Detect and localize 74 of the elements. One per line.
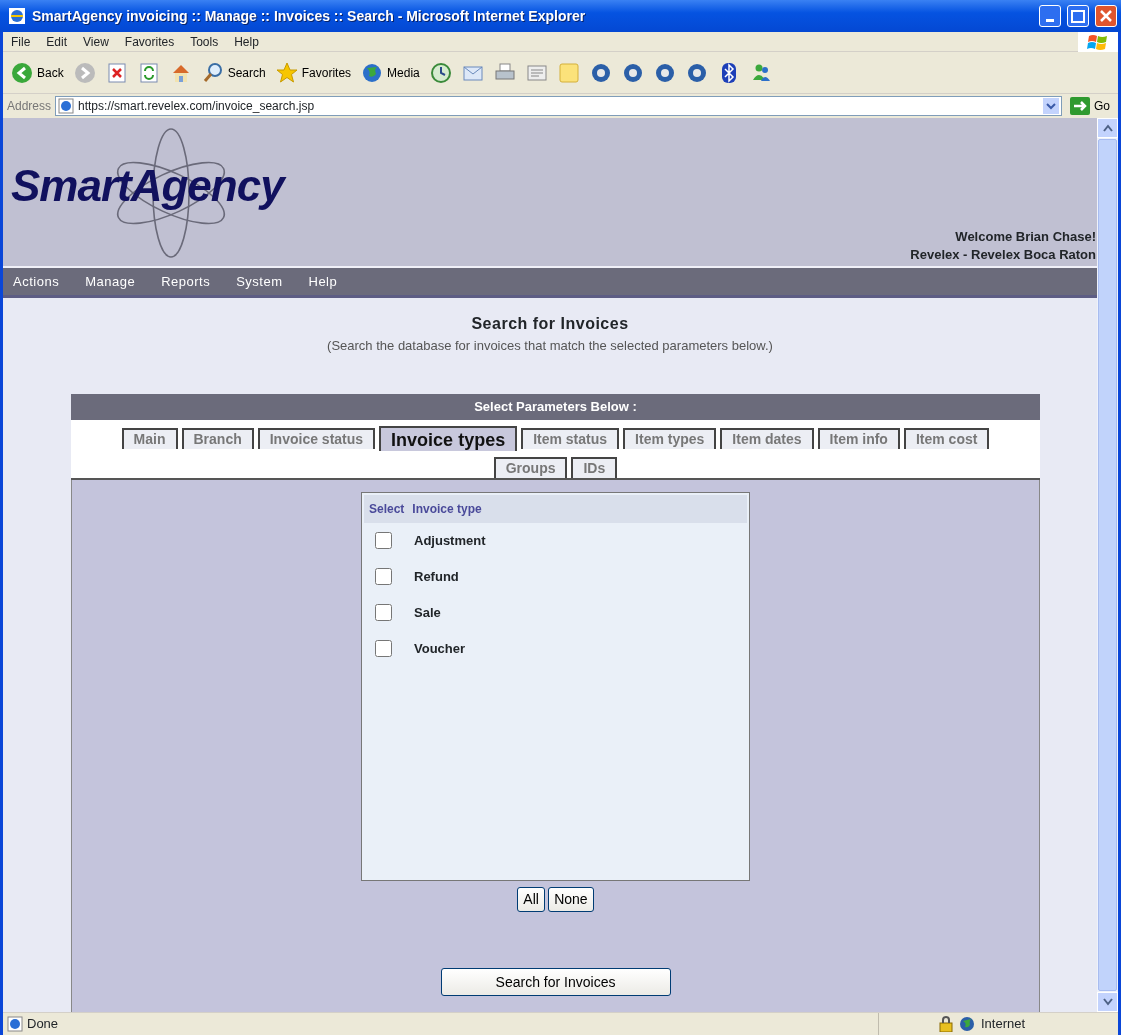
ie-logo-icon [8, 7, 26, 25]
search-button[interactable]: Search for Invoices [440, 968, 671, 996]
checkbox[interactable] [375, 568, 392, 585]
select-button[interactable]: All [517, 887, 545, 912]
tab[interactable]: IDs [571, 456, 618, 478]
minimize-button[interactable] [1039, 5, 1061, 27]
menu-item[interactable]: Help [226, 32, 267, 51]
tab[interactable]: Item cost [903, 427, 990, 449]
column-header: Invoice type [412, 500, 482, 518]
sticky-note-icon [557, 61, 580, 84]
page-subtitle: (Search the database for invoices that match the selected parameters below.) [326, 337, 774, 355]
invoice-type-label: Sale [414, 603, 441, 622]
nav-link[interactable]: System [236, 271, 283, 292]
search-button[interactable]: Search [199, 61, 268, 84]
padlock-icon [939, 1016, 953, 1032]
close-icon [1100, 10, 1112, 22]
tab[interactable]: Invoice status [257, 427, 376, 449]
star-icon [275, 61, 298, 84]
menu-item[interactable]: Edit [38, 32, 76, 51]
invoice-type-label: Adjustment [414, 531, 486, 550]
select-button[interactable]: None [548, 887, 594, 912]
address-field[interactable]: https://smart.revelex.com/invoice_search.jsp [55, 96, 1062, 116]
page-heading: Search for Invoices [470, 314, 630, 334]
page-icon [58, 98, 75, 114]
panel-header: Select Parameters Below : [71, 393, 1040, 420]
tab[interactable]: Item types [623, 427, 717, 449]
invoice-type-label: Voucher [414, 639, 466, 658]
invoice-type-label: Refund [414, 567, 459, 586]
scrollbar[interactable] [1097, 118, 1118, 1012]
round-app-icon [621, 61, 644, 84]
left-arrow-button[interactable]: Back [9, 61, 66, 84]
tab[interactable]: Item info [817, 427, 900, 449]
menu-item[interactable]: View [75, 32, 117, 51]
tab[interactable]: Groups [493, 456, 568, 478]
tab[interactable]: Item dates [720, 427, 814, 449]
round-app-icon [685, 61, 708, 84]
search-icon [201, 61, 224, 84]
page-icon [7, 1016, 23, 1032]
checkbox[interactable] [375, 532, 392, 549]
globe-icon [959, 1016, 975, 1032]
star-button[interactable]: Favorites [273, 61, 354, 84]
checkbox[interactable] [375, 640, 392, 657]
close-button[interactable] [1095, 5, 1117, 27]
tab[interactable]: Main [121, 427, 178, 449]
nav-link[interactable]: Actions [13, 271, 60, 292]
globe-icon [361, 61, 384, 84]
status-text: Done [27, 1015, 60, 1034]
maximize-icon [1071, 9, 1085, 23]
go-button[interactable]: Go [1066, 97, 1114, 115]
column-header: Select [369, 500, 405, 518]
nav-link[interactable]: Manage [85, 271, 136, 292]
maximize-button[interactable] [1067, 5, 1089, 27]
globe-button[interactable]: Media [359, 61, 422, 84]
checkbox[interactable] [375, 604, 392, 621]
refresh-icon [137, 61, 160, 84]
tab[interactable]: Branch [181, 427, 254, 449]
menu-item[interactable]: Favorites [116, 32, 183, 51]
clock-icon [429, 61, 452, 84]
tab[interactable]: Item status [521, 427, 620, 449]
round-app-icon [589, 61, 612, 84]
minimize-icon [1046, 19, 1054, 22]
window-title: SmartAgency invoicing :: Manage :: Invoices :: Search - Microsoft Internet Explorer [32, 6, 587, 26]
menu-item[interactable]: File [3, 32, 39, 51]
agency-name: Revelex - Revelex Boca Raton [910, 246, 1096, 264]
menu-item[interactable]: Tools [182, 32, 227, 51]
nav-link[interactable]: Reports [161, 271, 211, 292]
tab[interactable]: Invoice types [379, 425, 518, 451]
welcome-text: Welcome Brian Chase! [954, 228, 1096, 246]
nav-link[interactable]: Help [308, 271, 338, 292]
stop-icon [105, 61, 128, 84]
right-arrow-icon [1070, 97, 1090, 115]
zone-text: Internet [981, 1015, 1026, 1034]
round-app-icon [653, 61, 676, 84]
address-label: Address [7, 98, 52, 115]
